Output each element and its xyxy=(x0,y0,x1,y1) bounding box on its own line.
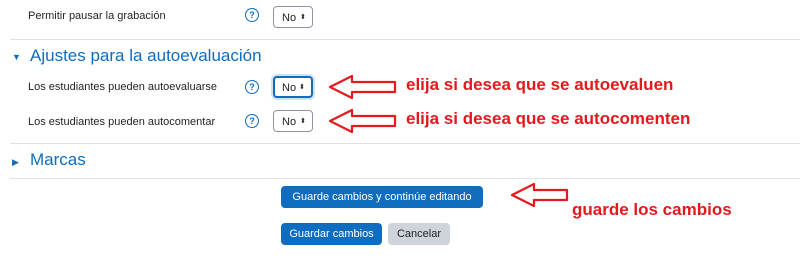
arrow-left-icon xyxy=(328,108,397,134)
annotation-self-evaluate: elija si desea que se autoevaluen xyxy=(406,75,674,94)
arrow-left-icon xyxy=(328,74,397,100)
annotation-arrows xyxy=(328,74,569,208)
annotation-self-comment: elija si desea que se autocomenten xyxy=(406,109,691,128)
arrow-left-icon xyxy=(510,182,569,208)
annotation-save: guarde los cambios xyxy=(572,200,732,219)
